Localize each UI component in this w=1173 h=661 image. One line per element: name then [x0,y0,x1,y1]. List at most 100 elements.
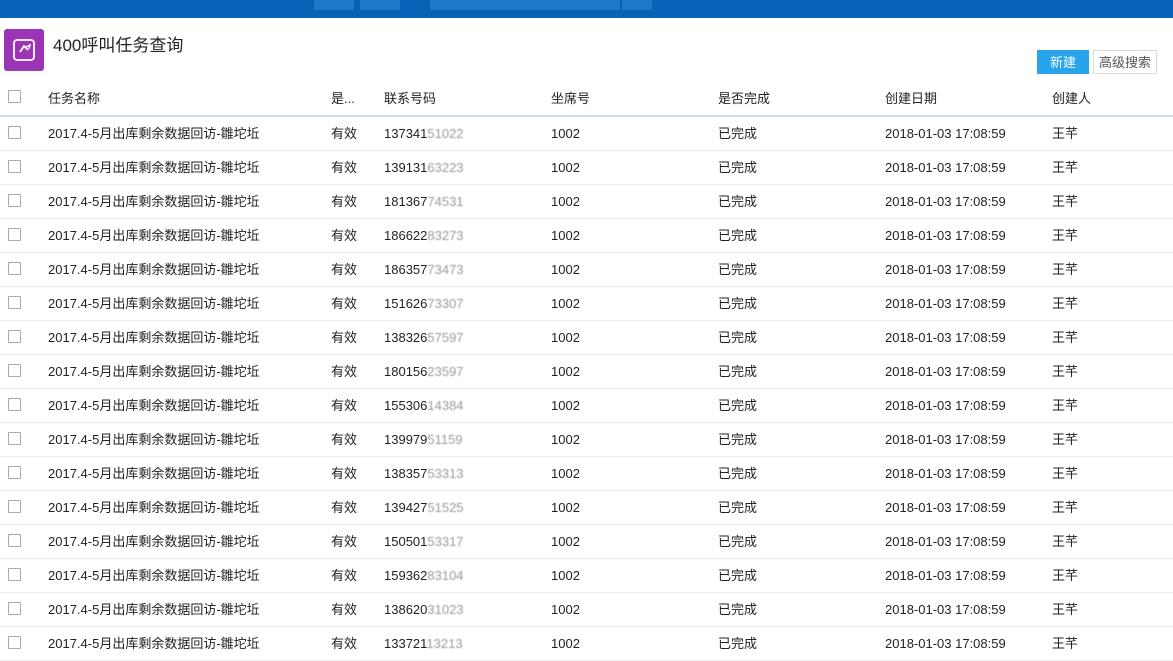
seat-number: 1002 [551,602,580,617]
phone-masked: 14384 [427,398,464,413]
row-checkbox[interactable] [8,330,21,343]
nav-tab-2[interactable] [360,0,400,10]
creator: 王芊 [1052,398,1079,413]
created-date: 2018-01-03 17:08:59 [885,568,1006,583]
row-checkbox[interactable] [8,398,21,411]
row-checkbox[interactable] [8,160,21,173]
table-row[interactable]: 2017.4-5月出库剩余数据回访-雛坨坵 有效 18136774531 1002 已完… [0,185,1173,219]
task-name[interactable]: 2017.4-5月出库剩余数据回访-雛坨坵 [48,457,278,490]
row-checkbox[interactable] [8,228,21,241]
creator: 王芊 [1052,466,1079,481]
creator: 王芊 [1052,364,1079,379]
task-name[interactable]: 2017.4-5月出库剩余数据回访-雛坨坵 [48,593,278,626]
table-row[interactable]: 2017.4-5月出库剩余数据回访-雛坨坵 有效 15162673307 1002 已完… [0,287,1173,321]
row-checkbox[interactable] [8,262,21,275]
column-task-name[interactable]: 任务名称 [48,82,278,115]
row-checkbox[interactable] [8,568,21,581]
done-status: 已完成 [718,228,758,243]
row-checkbox[interactable] [8,534,21,547]
creator: 王芊 [1052,296,1079,311]
task-name[interactable]: 2017.4-5月出库剩余数据回访-雛坨坵 [48,355,278,388]
seat-number: 1002 [551,534,580,549]
select-all-checkbox[interactable] [8,90,21,103]
task-name[interactable]: 2017.4-5月出库剩余数据回访-雛坨坵 [48,389,278,422]
seat-number: 1002 [551,330,580,345]
phone-prefix: 138357 [384,466,428,481]
phone-number: 13862031023 [384,593,534,626]
table-row[interactable]: 2017.4-5月出库剩余数据回访-雛坨坵 有效 15050153317 1002 已完… [0,525,1173,559]
seat-number: 1002 [551,500,580,515]
table-row[interactable]: 2017.4-5月出库剩余数据回访-雛坨坵 有效 18635773473 1002 已完… [0,253,1173,287]
row-checkbox[interactable] [8,636,21,649]
seat-number: 1002 [551,432,580,447]
row-checkbox[interactable] [8,194,21,207]
row-checkbox[interactable] [8,364,21,377]
row-checkbox[interactable] [8,466,21,479]
advanced-search-button[interactable]: 高级搜索 [1093,50,1157,74]
table-row[interactable]: 2017.4-5月出库剩余数据回访-雛坨坵 有效 13913163223 1002 已完… [0,151,1173,185]
table-row[interactable]: 2017.4-5月出库剩余数据回访-雛坨坵 有效 13734151022 1002 已完… [0,117,1173,151]
table-row[interactable]: 2017.4-5月出库剩余数据回访-雛坨坵 有效 18662283273 1002 已完… [0,219,1173,253]
valid-status: 有效 [331,398,358,413]
table-row[interactable]: 2017.4-5月出库剩余数据回访-雛坨坵 有效 13835753313 1002 已完… [0,457,1173,491]
task-name[interactable]: 2017.4-5月出库剩余数据回访-雛坨坵 [48,219,278,252]
column-seat[interactable]: 坐席号 [551,82,651,115]
task-name[interactable]: 2017.4-5月出库剩余数据回访-雛坨坵 [48,525,278,558]
table-row[interactable]: 2017.4-5月出库剩余数据回访-雛坨坵 有效 18015623597 1002 已完… [0,355,1173,389]
valid-status: 有效 [331,296,358,311]
creator: 王芊 [1052,602,1079,617]
row-checkbox[interactable] [8,602,21,615]
task-name[interactable]: 2017.4-5月出库剩余数据回访-雛坨坵 [48,151,278,184]
phone-masked: 53313 [427,466,464,481]
phone-masked: 51022 [427,126,464,141]
nav-tab-3[interactable] [622,0,652,10]
task-name[interactable]: 2017.4-5月出库剩余数据回访-雛坨坵 [48,253,278,286]
column-done[interactable]: 是否完成 [718,82,818,115]
phone-prefix: 138620 [384,602,428,617]
column-creator[interactable]: 创建人 [1052,82,1152,115]
phone-masked: 57597 [427,330,464,345]
table-row[interactable]: 2017.4-5月出库剩余数据回访-雛坨坵 有效 15530614384 1002 已完… [0,389,1173,423]
created-date: 2018-01-03 17:08:59 [885,432,1006,447]
seat-number: 1002 [551,398,580,413]
task-name[interactable]: 2017.4-5月出库剩余数据回访-雛坨坵 [48,117,278,150]
column-valid[interactable]: 是... [331,82,371,115]
seat-number: 1002 [551,364,580,379]
nav-search-area[interactable] [430,0,620,10]
row-checkbox[interactable] [8,126,21,139]
phone-prefix: 186622 [384,228,428,243]
phone-prefix: 133721 [384,636,427,651]
phone-prefix: 155306 [384,398,428,413]
table-row[interactable]: 2017.4-5月出库剩余数据回访-雛坨坵 有效 13942751525 1002 已完… [0,491,1173,525]
seat-number: 1002 [551,296,580,311]
task-name[interactable]: 2017.4-5月出库剩余数据回访-雛坨坵 [48,627,278,660]
task-name[interactable]: 2017.4-5月出库剩余数据回访-雛坨坵 [48,491,278,524]
task-name[interactable]: 2017.4-5月出库剩余数据回访-雛坨坵 [48,287,278,320]
new-button[interactable]: 新建 [1037,50,1089,74]
row-checkbox[interactable] [8,500,21,513]
task-name[interactable]: 2017.4-5月出库剩余数据回访-雛坨坵 [48,423,278,456]
phone-number: 18136774531 [384,185,534,218]
done-status: 已完成 [718,500,758,515]
column-phone[interactable]: 联系号码 [384,82,534,115]
table-row[interactable]: 2017.4-5月出库剩余数据回访-雛坨坵 有效 13832657597 1002 已完… [0,321,1173,355]
created-date: 2018-01-03 17:08:59 [885,398,1006,413]
seat-number: 1002 [551,160,580,175]
table-row[interactable]: 2017.4-5月出库剩余数据回访-雛坨坵 有效 13862031023 1002 已完… [0,593,1173,627]
task-name[interactable]: 2017.4-5月出库剩余数据回访-雛坨坵 [48,559,278,592]
phone-number: 15530614384 [384,389,534,422]
table-row[interactable]: 2017.4-5月出库剩余数据回访-雛坨坵 有效 13372113213 1002 已完… [0,627,1173,661]
table-row[interactable]: 2017.4-5月出库剩余数据回访-雛坨坵 有效 15936283104 1002 已完… [0,559,1173,593]
nav-tab-1[interactable] [314,0,354,10]
seat-number: 1002 [551,466,580,481]
task-name[interactable]: 2017.4-5月出库剩余数据回访-雛坨坵 [48,185,278,218]
phone-number: 13913163223 [384,151,534,184]
task-name[interactable]: 2017.4-5月出库剩余数据回访-雛坨坵 [48,321,278,354]
column-created-date[interactable]: 创建日期 [885,82,1045,115]
done-status: 已完成 [718,466,758,481]
valid-status: 有效 [331,160,358,175]
table-row[interactable]: 2017.4-5月出库剩余数据回访-雛坨坵 有效 13997951159 1002 已完… [0,423,1173,457]
created-date: 2018-01-03 17:08:59 [885,194,1006,209]
row-checkbox[interactable] [8,432,21,445]
row-checkbox[interactable] [8,296,21,309]
